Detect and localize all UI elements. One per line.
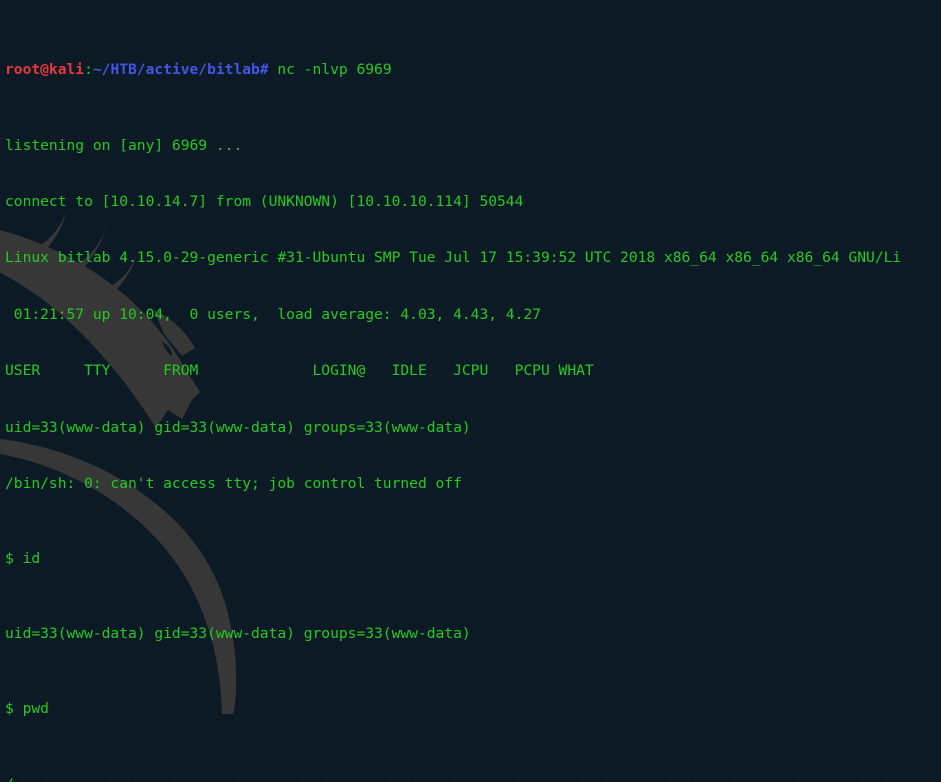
shell-command-pwd: pwd <box>13 700 49 718</box>
terminal-output-area[interactable]: root@kali:~/HTB/active/bitlab# nc -nlvp … <box>0 0 941 782</box>
output-line-w-header: USER TTY FROM LOGIN@ IDLE JCPU PCPU WHAT <box>5 362 594 380</box>
output-line-uptime: 01:21:57 up 10:04, 0 users, load average… <box>5 305 541 323</box>
output-line-job-control: /bin/sh: 0: can't access tty; job contro… <box>5 474 462 492</box>
terminal-window[interactable]: root@kali:~/HTB/active/bitlab# nc -nlvp … <box>0 0 941 782</box>
output-line-id-result: uid=33(www-data) gid=33(www-data) groups… <box>5 625 471 643</box>
shell-command-pwd-line: $ pwd <box>5 700 941 719</box>
output-line-connect: connect to [10.10.14.7] from (UNKNOWN) [… <box>5 192 524 210</box>
output-line-uname: Linux bitlab 4.15.0-29-generic #31-Ubunt… <box>5 249 902 267</box>
shell-command-id: id <box>13 550 41 568</box>
shell-command-id-line: $ id <box>5 550 941 569</box>
prompt-line: root@kali:~/HTB/active/bitlab# nc -nlvp … <box>5 61 941 80</box>
prompt-command: nc -nlvp 6969 <box>268 61 392 79</box>
output-line-listening: listening on [any] 6969 ... <box>5 136 243 154</box>
prompt-user-host: root@kali <box>5 61 85 79</box>
prompt-path: ~/HTB/active/bitlab <box>92 61 260 79</box>
prompt-sigil: # <box>259 61 269 79</box>
prompt-separator: : <box>84 61 93 79</box>
output-line-id-initial: uid=33(www-data) gid=33(www-data) groups… <box>5 418 471 436</box>
shell-prompt-symbol: $ <box>5 700 14 718</box>
output-line-pwd-result: / <box>5 776 941 782</box>
shell-prompt-symbol: $ <box>5 550 14 568</box>
